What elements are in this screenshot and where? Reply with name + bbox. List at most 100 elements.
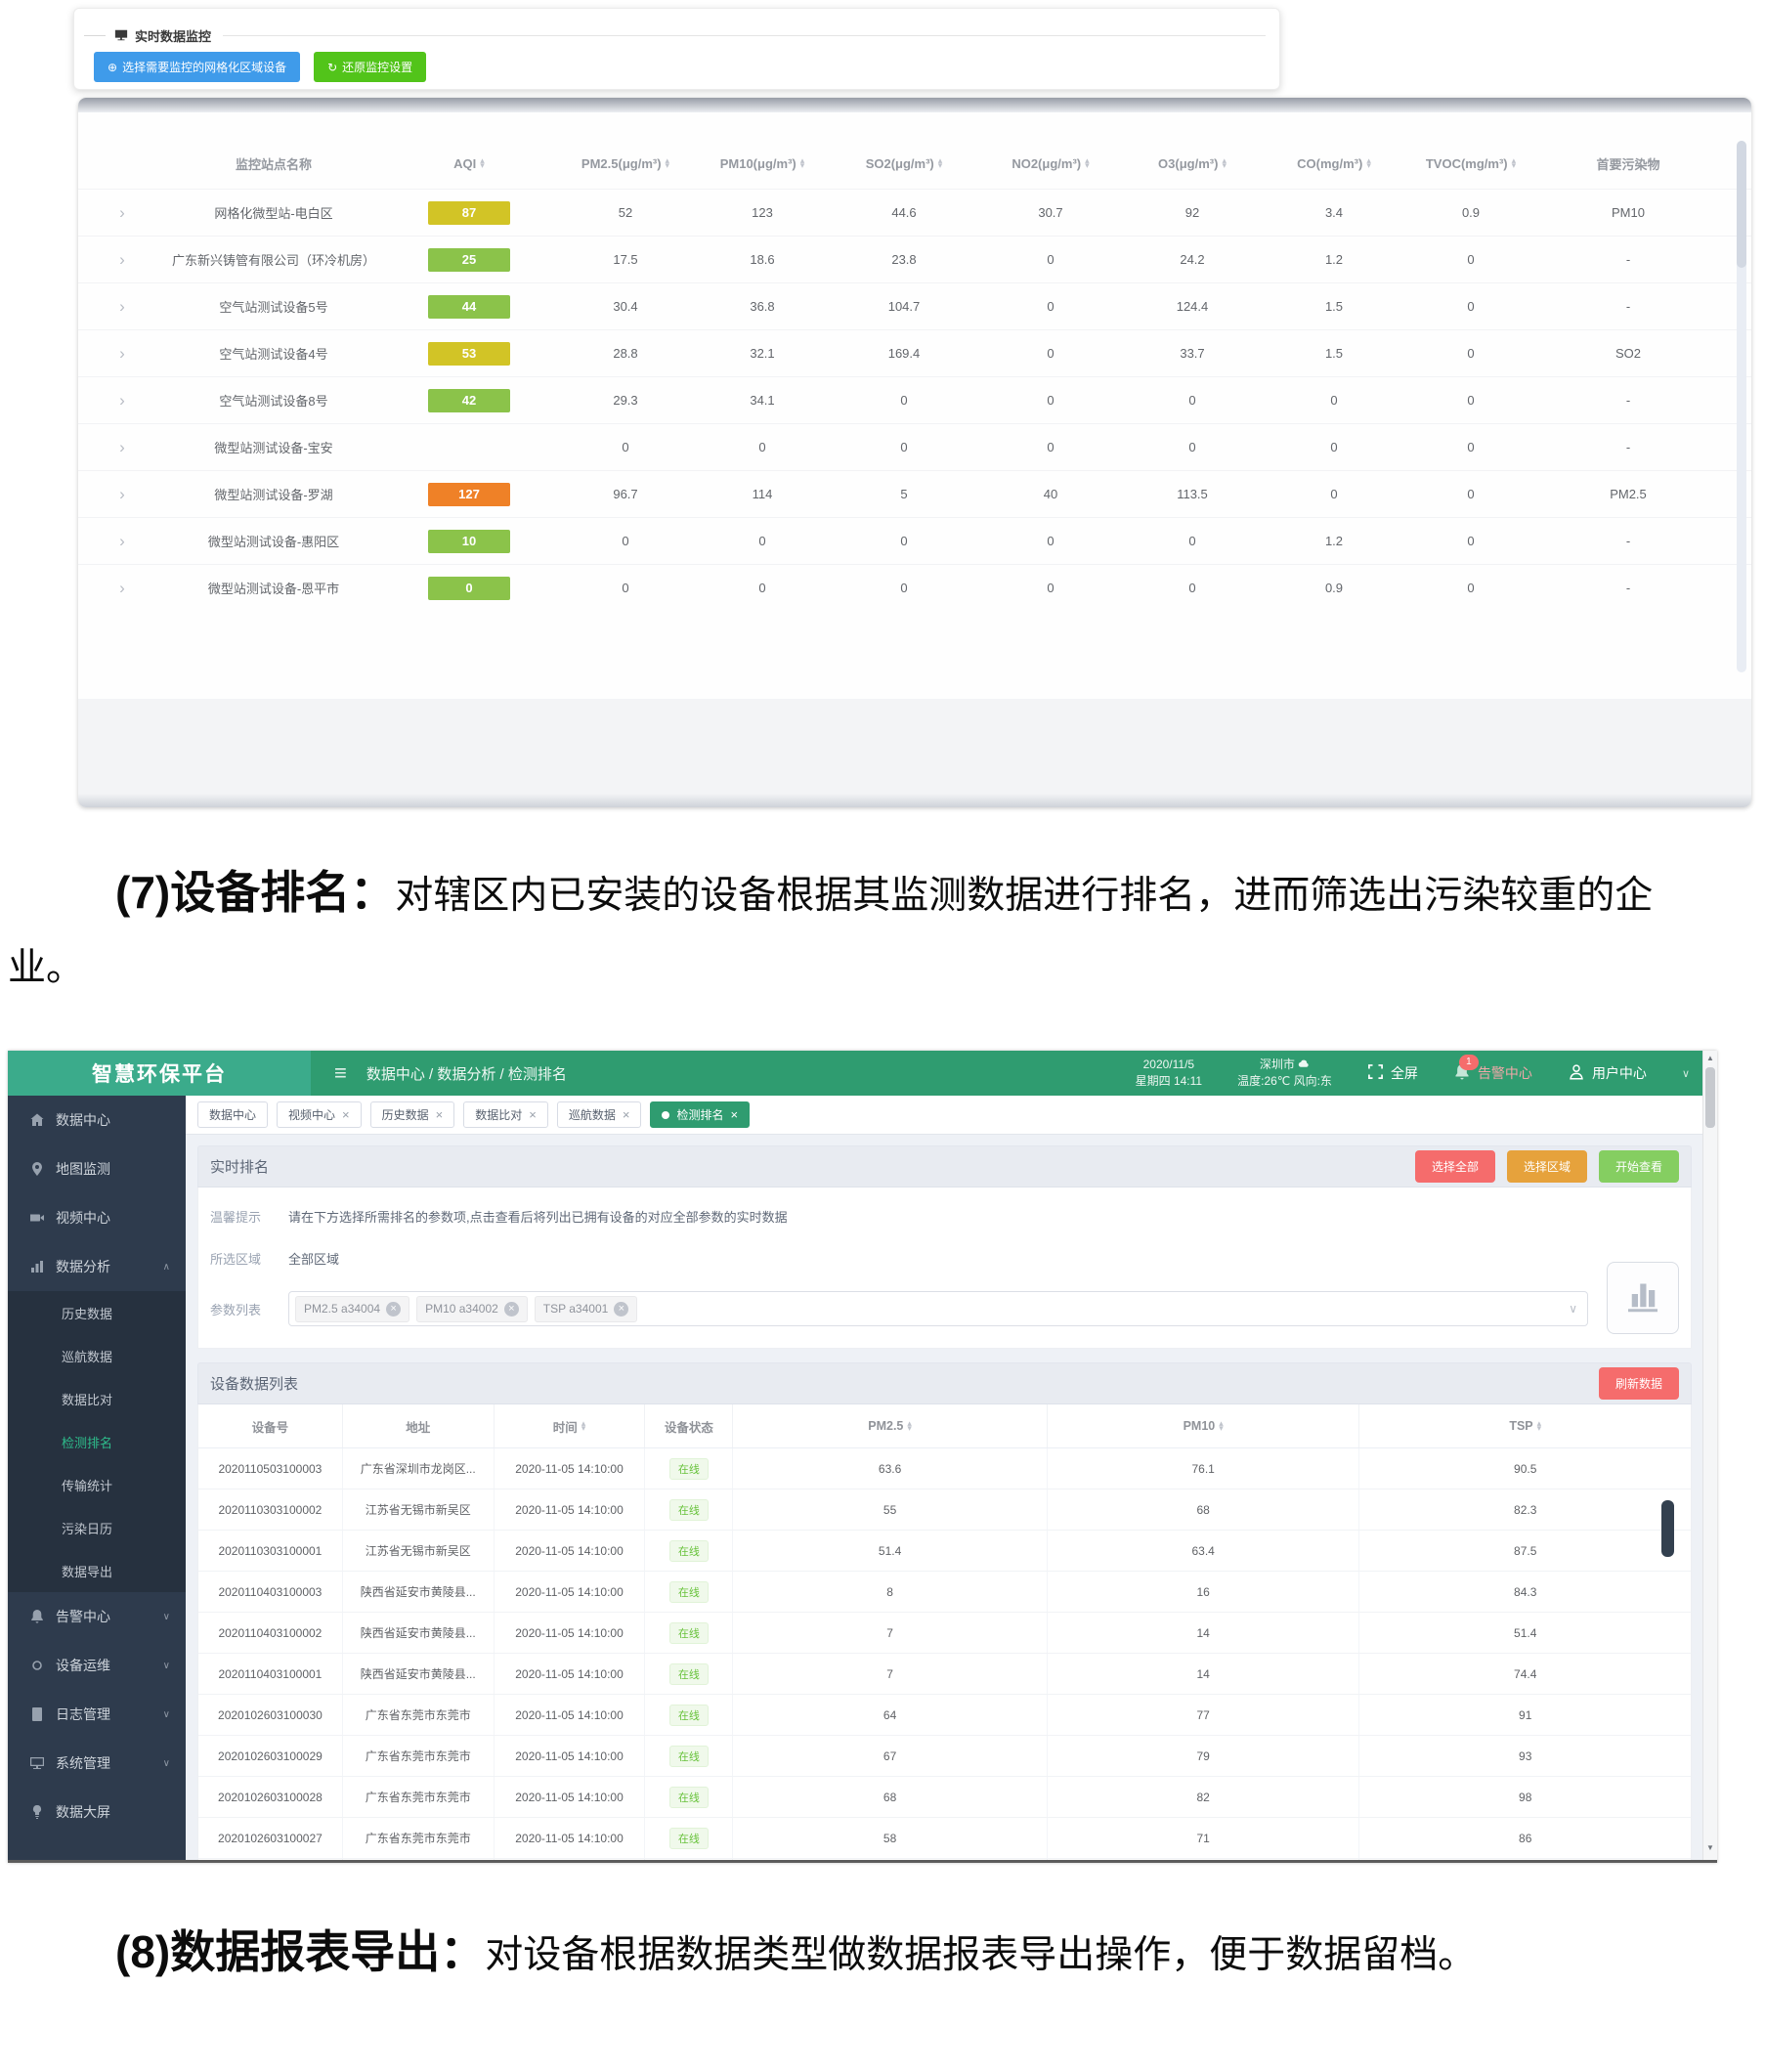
sort-icon[interactable]: ▴▾ xyxy=(1222,158,1227,168)
tab-item[interactable]: 历史数据× xyxy=(370,1101,455,1128)
start-view-button[interactable]: 开始查看 xyxy=(1599,1150,1679,1183)
restore-monitor-settings-button[interactable]: ↻还原监控设置 xyxy=(314,52,426,82)
close-icon[interactable]: × xyxy=(529,1107,537,1122)
refresh-data-button[interactable]: 刷新数据 xyxy=(1599,1367,1679,1400)
sort-icon[interactable]: ▴▾ xyxy=(581,1421,586,1431)
tag-close-icon[interactable]: × xyxy=(504,1302,519,1317)
tip-text: 请在下方选择所需排名的参数项,点击查看后将列出已拥有设备的对应全部参数的实时数据 xyxy=(288,1207,788,1226)
sidebar-subitem[interactable]: 污染日历 xyxy=(8,1506,186,1549)
value-cell: 0 xyxy=(831,440,977,454)
sidebar-item[interactable]: 视频中心 xyxy=(8,1193,186,1242)
aqi-cell: 10 xyxy=(381,530,557,553)
close-icon[interactable]: × xyxy=(623,1107,630,1122)
tab-item[interactable]: 数据比对× xyxy=(463,1101,548,1128)
sort-icon[interactable]: ▴▾ xyxy=(800,158,805,168)
chevron-down-icon[interactable]: ∨ xyxy=(1682,1067,1690,1080)
tag-close-icon[interactable]: × xyxy=(614,1302,628,1317)
sidebar-subitem[interactable]: 数据导出 xyxy=(8,1549,186,1592)
select-region-button[interactable]: 选择区域 xyxy=(1507,1150,1587,1183)
value-cell: 0 xyxy=(1407,346,1534,361)
hamburger-menu-icon[interactable]: ≡ xyxy=(334,1060,347,1086)
alarm-center-button[interactable]: 1 告警中心 xyxy=(1453,1063,1532,1084)
value-cell: 63.6 xyxy=(733,1448,1048,1489)
sidebar-item[interactable]: 地图监测 xyxy=(8,1144,186,1193)
sidebar-item[interactable]: 设备运维∨ xyxy=(8,1641,186,1690)
sort-icon[interactable]: ▴▾ xyxy=(1366,158,1371,168)
sidebar-subitem[interactable]: 历史数据 xyxy=(8,1291,186,1334)
value-cell: 0 xyxy=(977,393,1124,408)
window-scrollbar[interactable]: ▲ ▼ xyxy=(1702,1051,1717,1860)
device-id-cell: 2020110403100002 xyxy=(198,1613,343,1653)
expand-caret-icon[interactable]: › xyxy=(78,297,166,317)
sort-icon[interactable]: ▴▾ xyxy=(666,158,670,168)
tag-close-icon[interactable]: × xyxy=(386,1302,401,1317)
expand-caret-icon[interactable]: › xyxy=(78,532,166,551)
value-cell: 江苏省无锡市新吴区 xyxy=(343,1531,495,1571)
expand-caret-icon[interactable]: › xyxy=(78,485,166,504)
device-id-cell: 2020102603100028 xyxy=(198,1777,343,1817)
scrollbar-thumb[interactable] xyxy=(1705,1067,1715,1128)
sidebar-subitem[interactable]: 数据比对 xyxy=(8,1377,186,1420)
sidebar-item[interactable]: 系统管理∨ xyxy=(8,1739,186,1788)
chart-view-button[interactable] xyxy=(1607,1262,1679,1334)
scrollbar-thumb[interactable] xyxy=(1737,141,1746,268)
expand-caret-icon[interactable]: › xyxy=(78,250,166,270)
fullscreen-button[interactable]: 全屏 xyxy=(1367,1063,1418,1083)
scroll-down-arrow[interactable]: ▼ xyxy=(1703,1843,1717,1852)
table-scrollbar[interactable] xyxy=(1737,141,1746,672)
sort-down-icon: ▾ xyxy=(800,163,805,168)
close-icon[interactable]: × xyxy=(342,1107,350,1122)
status-badge: 在线 xyxy=(669,1622,709,1644)
value-cell: 17.5 xyxy=(557,252,694,267)
sidebar-subitem-active[interactable]: 检测排名 xyxy=(8,1420,186,1463)
select-grid-devices-button[interactable]: ⊕选择需要监控的网格化区域设备 xyxy=(94,52,300,82)
value-cell: 92 xyxy=(1124,205,1261,220)
close-icon[interactable]: × xyxy=(730,1107,738,1122)
tab-item[interactable]: 巡航数据× xyxy=(557,1101,642,1128)
sidebar-item[interactable]: 日志管理∨ xyxy=(8,1690,186,1739)
aqi-cell: 42 xyxy=(381,389,557,412)
value-cell: 广东省东莞市东莞市 xyxy=(343,1736,495,1776)
sort-icon[interactable]: ▴▾ xyxy=(1512,158,1517,168)
tab-item[interactable]: 视频中心× xyxy=(277,1101,362,1128)
sort-icon[interactable]: ▴▾ xyxy=(480,158,485,168)
select-all-button[interactable]: 选择全部 xyxy=(1415,1150,1495,1183)
sidebar-subitem[interactable]: 巡航数据 xyxy=(8,1334,186,1377)
aqi-badge: 44 xyxy=(428,295,510,319)
tab-active[interactable]: 检测排名× xyxy=(650,1101,750,1128)
expand-caret-icon[interactable]: › xyxy=(78,579,166,598)
value-cell: 0 xyxy=(1407,252,1534,267)
sort-icon[interactable]: ▴▾ xyxy=(1219,1421,1224,1431)
value-cell: 123 xyxy=(694,205,831,220)
expand-caret-icon[interactable]: › xyxy=(78,438,166,457)
sort-icon[interactable]: ▴▾ xyxy=(907,1421,912,1431)
param-select[interactable]: PM2.5 a34004×PM10 a34002×TSP a34001×∨ xyxy=(288,1291,1588,1326)
sidebar-subitem[interactable]: 传输统计 xyxy=(8,1463,186,1506)
expand-caret-icon[interactable]: › xyxy=(78,203,166,223)
expand-caret-icon[interactable]: › xyxy=(78,344,166,364)
breadcrumb[interactable]: 数据中心 / 数据分析 / 检测排名 xyxy=(366,1063,567,1084)
value-cell: 77 xyxy=(1048,1695,1360,1735)
paragraph-7-heading: (7)设备排名： xyxy=(115,867,395,918)
sort-icon[interactable]: ▴▾ xyxy=(1537,1421,1542,1431)
inner-scrollbar-thumb[interactable] xyxy=(1661,1500,1674,1557)
station-name-cell: 微型站测试设备-惠阳区 xyxy=(166,532,381,550)
sidebar-item[interactable]: 数据中心 xyxy=(8,1096,186,1144)
fullscreen-icon xyxy=(1367,1063,1384,1083)
value-cell: 广东省东莞市东莞市 xyxy=(343,1777,495,1817)
sidebar-item[interactable]: 数据大屏 xyxy=(8,1788,186,1836)
sidebar-item[interactable]: 数据分析∧ xyxy=(8,1242,186,1291)
value-cell: 33.7 xyxy=(1124,346,1261,361)
scroll-up-arrow[interactable]: ▲ xyxy=(1703,1054,1717,1062)
sidebar-item[interactable]: 告警中心∨ xyxy=(8,1592,186,1641)
expand-caret-icon[interactable]: › xyxy=(78,391,166,410)
value-cell: 63.4 xyxy=(1048,1531,1360,1571)
close-icon[interactable]: × xyxy=(436,1107,444,1122)
tab-item[interactable]: 数据中心 xyxy=(197,1101,268,1128)
value-cell: PM2.5 xyxy=(1534,487,1722,501)
user-center-button[interactable]: 用户中心 xyxy=(1568,1063,1647,1084)
sort-icon[interactable]: ▴▾ xyxy=(1085,158,1090,168)
aqi-badge: 10 xyxy=(428,530,510,553)
value-cell: - xyxy=(1534,581,1722,595)
sort-icon[interactable]: ▴▾ xyxy=(938,158,943,168)
